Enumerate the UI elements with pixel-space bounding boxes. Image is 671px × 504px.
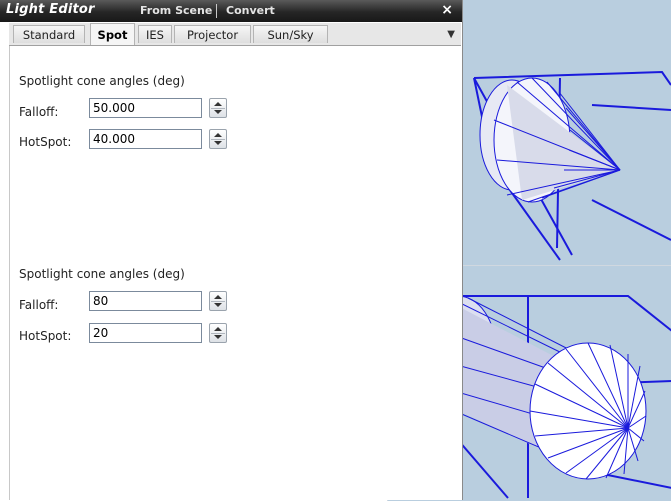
window-title: Light Editor [6, 2, 95, 17]
cone-angles-heading: Spotlight cone angles (deg) [19, 267, 185, 281]
spin-down-icon[interactable] [214, 110, 222, 114]
menu-divider [216, 4, 217, 18]
from-scene-menu[interactable]: From Scene [140, 4, 212, 17]
spin-up-icon[interactable] [214, 295, 222, 299]
tab-spot[interactable]: Spot [90, 23, 135, 45]
spin-down-icon[interactable] [214, 141, 222, 145]
falloff-spinner[interactable] [209, 98, 227, 118]
close-icon[interactable]: × [441, 2, 453, 18]
spin-down-icon[interactable] [214, 335, 222, 339]
falloff-spinner[interactable] [209, 291, 227, 311]
hotspot-input[interactable]: 40.000 [89, 129, 202, 149]
convert-menu[interactable]: Convert [226, 4, 275, 17]
tab-standard[interactable]: Standard [13, 25, 85, 43]
falloff-input[interactable]: 80 [89, 291, 202, 311]
spin-up-icon[interactable] [214, 327, 222, 331]
spin-down-icon[interactable] [214, 303, 222, 307]
spin-up-icon[interactable] [214, 133, 222, 137]
hotspot-label: HotSpot: [19, 329, 72, 343]
cone-angles-heading: Spotlight cone angles (deg) [19, 74, 185, 88]
tab-sun-sky[interactable]: Sun/Sky [253, 25, 328, 43]
falloff-input[interactable]: 50.000 [89, 98, 202, 118]
falloff-label: Falloff: [19, 105, 59, 119]
light-editor-window: Light Editor From Scene Convert × Standa… [0, 0, 463, 500]
tab-menu-icon[interactable]: ▼ [447, 29, 455, 40]
title-bar[interactable]: Light Editor From Scene Convert × [0, 0, 462, 22]
tab-ies[interactable]: IES [138, 25, 172, 43]
hotspot-spinner[interactable] [209, 129, 227, 149]
hotspot-input[interactable]: 20 [89, 323, 202, 343]
tab-projector[interactable]: Projector [174, 25, 251, 43]
tab-bar: Standard Spot IES Projector Sun/Sky ▼ [9, 23, 461, 46]
spot-panel: Spotlight cone angles (deg) Falloff: 50.… [9, 46, 461, 500]
hotspot-label: HotSpot: [19, 135, 72, 149]
falloff-label: Falloff: [19, 298, 59, 312]
spin-up-icon[interactable] [214, 102, 222, 106]
spotlight-wireframe-top [473, 70, 671, 261]
hotspot-spinner[interactable] [209, 323, 227, 343]
